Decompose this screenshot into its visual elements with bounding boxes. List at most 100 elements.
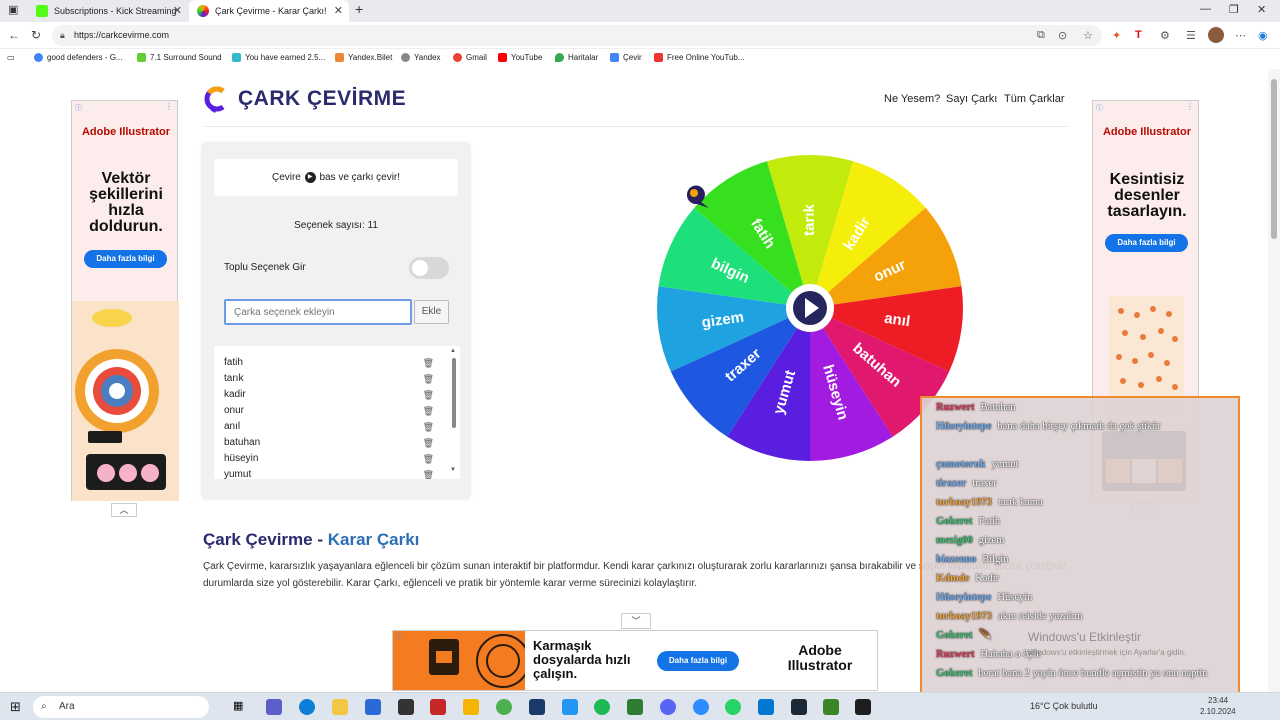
- bookmark-item[interactable]: Haritalar: [555, 53, 598, 62]
- favorite-star-icon[interactable]: ☆: [1083, 29, 1093, 42]
- ad-cta-button[interactable]: Daha fazla bilgi: [1105, 234, 1188, 252]
- app-icon[interactable]: [855, 699, 871, 715]
- app-icon[interactable]: [398, 699, 414, 715]
- extension-icon[interactable]: T: [1135, 29, 1142, 41]
- bookmark-item[interactable]: Free Online YouTub...: [654, 53, 745, 62]
- close-icon[interactable]: ✕: [334, 4, 343, 17]
- site-title[interactable]: ÇARK ÇEVİRME: [238, 87, 406, 111]
- app-icon[interactable]: [529, 699, 545, 715]
- chrome-icon[interactable]: [496, 699, 512, 715]
- trash-icon[interactable]: 🗑︎: [423, 404, 434, 418]
- chat-username[interactable]: Gokeret: [936, 668, 973, 679]
- chat-username[interactable]: Hüseyintepe: [936, 421, 991, 432]
- steam-icon[interactable]: [791, 699, 807, 715]
- app-icon[interactable]: [430, 699, 446, 715]
- ad-choices-icon[interactable]: ⓘ: [1096, 103, 1103, 113]
- ad-choices-icon[interactable]: ⓘ: [396, 632, 403, 642]
- bookmark-item[interactable]: 7.1 Surround Sound: [137, 53, 222, 62]
- reload-icon[interactable]: ↻: [31, 28, 41, 42]
- weather-text[interactable]: 16°C Çok bulutlu: [1030, 701, 1098, 711]
- chat-username[interactable]: Hüseyintepe: [936, 592, 991, 603]
- new-tab-icon[interactable]: +: [355, 1, 363, 17]
- bookmark-item[interactable]: Çevir: [610, 53, 642, 62]
- extensions-puzzle-icon[interactable]: ⚙: [1160, 29, 1170, 42]
- clock-time[interactable]: 23:44: [1208, 696, 1228, 705]
- app-icon[interactable]: [562, 699, 578, 715]
- minimize-icon[interactable]: —: [1200, 3, 1211, 15]
- chat-username[interactable]: tirazer: [936, 478, 966, 489]
- options-list[interactable]: fatih 🗑︎ tarık 🗑︎ kadir 🗑︎ onur 🗑︎ anıl 🗑︎ ba…: [214, 346, 460, 479]
- nav-link-sayi-carki[interactable]: Sayı Çarkı: [946, 93, 997, 105]
- scroll-up-icon[interactable]: ▲: [450, 348, 456, 354]
- nav-link-ne-yesem[interactable]: Ne Yesem?: [884, 93, 940, 105]
- chat-username[interactable]: torkoay1973: [936, 497, 992, 508]
- clock-date[interactable]: 2.10.2024: [1200, 707, 1236, 716]
- tab-kick[interactable]: Subscriptions - Kick Streaming ✕: [28, 0, 188, 22]
- chat-username[interactable]: çumotoruk: [936, 459, 986, 470]
- copilot-icon[interactable]: ◉: [1258, 29, 1268, 42]
- add-option-button[interactable]: Ekle: [414, 300, 449, 324]
- left-ad[interactable]: ⓘ ⋮ Adobe Illustrator Vektör şekillerini…: [71, 100, 179, 501]
- more-icon[interactable]: ⊙: [1058, 29, 1067, 42]
- chat-username[interactable]: Ruzwert: [936, 402, 974, 413]
- maximize-icon[interactable]: ❐: [1229, 3, 1239, 16]
- tab-cark-cevirme[interactable]: Çark Çevirme - Karar Çarkı! ✕: [189, 0, 349, 22]
- chat-username[interactable]: biazenno: [936, 554, 976, 565]
- bookmarks-menu-icon[interactable]: ▭: [7, 53, 15, 62]
- discord-icon[interactable]: [660, 699, 676, 715]
- start-icon[interactable]: ⊞: [10, 699, 26, 715]
- scroll-down-icon[interactable]: ▼: [450, 467, 456, 473]
- spotify-icon[interactable]: [594, 699, 610, 715]
- ad-choices-icon[interactable]: ⓘ: [75, 103, 82, 113]
- trash-icon[interactable]: 🗑︎: [423, 388, 434, 402]
- app-icon[interactable]: [627, 699, 643, 715]
- bookmark-item[interactable]: good defenders - G...: [34, 53, 123, 62]
- file-explorer-icon[interactable]: [332, 699, 348, 715]
- extension-icon[interactable]: ✦: [1112, 29, 1121, 42]
- collapse-ad-button[interactable]: ︿: [111, 503, 137, 517]
- trash-icon[interactable]: 🗑︎: [423, 372, 434, 386]
- taskbar-search[interactable]: ⌕ Ara: [33, 696, 209, 718]
- settings-more-icon[interactable]: ⋯: [1235, 29, 1246, 42]
- trash-icon[interactable]: 🗑︎: [423, 452, 434, 466]
- edge-icon[interactable]: [299, 699, 315, 715]
- bookmark-item[interactable]: Gmail: [453, 53, 487, 62]
- ad-cta-button[interactable]: Daha fazla bilgi: [84, 250, 167, 268]
- chat-username[interactable]: mezig00: [936, 535, 973, 546]
- tab-actions-icon[interactable]: ▣: [8, 3, 18, 16]
- back-icon[interactable]: ←: [8, 28, 20, 42]
- collapse-ad-button[interactable]: ﹀: [621, 613, 651, 629]
- outlook-icon[interactable]: [758, 699, 774, 715]
- trash-icon[interactable]: 🗑︎: [423, 436, 434, 450]
- chat-username[interactable]: Gokeret: [936, 630, 973, 641]
- app-icon[interactable]: [463, 699, 479, 715]
- close-icon[interactable]: ✕: [173, 4, 182, 17]
- nav-link-tum-carklar[interactable]: Tüm Çarklar: [1004, 93, 1065, 105]
- favorites-icon[interactable]: ☰: [1186, 29, 1196, 42]
- list-scrollbar[interactable]: [452, 358, 456, 428]
- chat-username[interactable]: Ruzwert: [936, 649, 974, 660]
- ad-options-icon[interactable]: ⋮: [165, 102, 173, 111]
- page-scrollbar[interactable]: [1268, 69, 1280, 692]
- chat-username[interactable]: torkoay1973: [936, 611, 992, 622]
- bookmark-item[interactable]: YouTube: [498, 53, 542, 62]
- option-input[interactable]: [224, 299, 412, 325]
- bookmark-item[interactable]: Yandex.Bilet: [335, 53, 392, 62]
- split-screen-icon[interactable]: ⧉: [1037, 29, 1045, 42]
- zoom-icon[interactable]: [693, 699, 709, 715]
- ad-options-icon[interactable]: ⋮: [1186, 102, 1194, 111]
- store-icon[interactable]: [365, 699, 381, 715]
- scrollbar-thumb[interactable]: [1271, 79, 1277, 239]
- bookmark-item[interactable]: You have earned 2.5...: [232, 53, 325, 62]
- chat-username[interactable]: Kdmde: [936, 573, 969, 584]
- url-input[interactable]: 🔒︎ https://carkcevirme.com: [52, 25, 1102, 46]
- trash-icon[interactable]: 🗑︎: [423, 356, 434, 370]
- chat-username[interactable]: Gokeret: [936, 516, 973, 527]
- bookmark-item[interactable]: Yandex: [401, 53, 441, 62]
- trash-icon[interactable]: 🗑︎: [423, 468, 434, 479]
- minecraft-icon[interactable]: [823, 699, 839, 715]
- site-logo-icon[interactable]: [203, 85, 227, 113]
- bulk-input-toggle[interactable]: [409, 257, 449, 279]
- whatsapp-icon[interactable]: [725, 699, 741, 715]
- ad-cta-button[interactable]: Daha fazla bilgi: [657, 651, 739, 671]
